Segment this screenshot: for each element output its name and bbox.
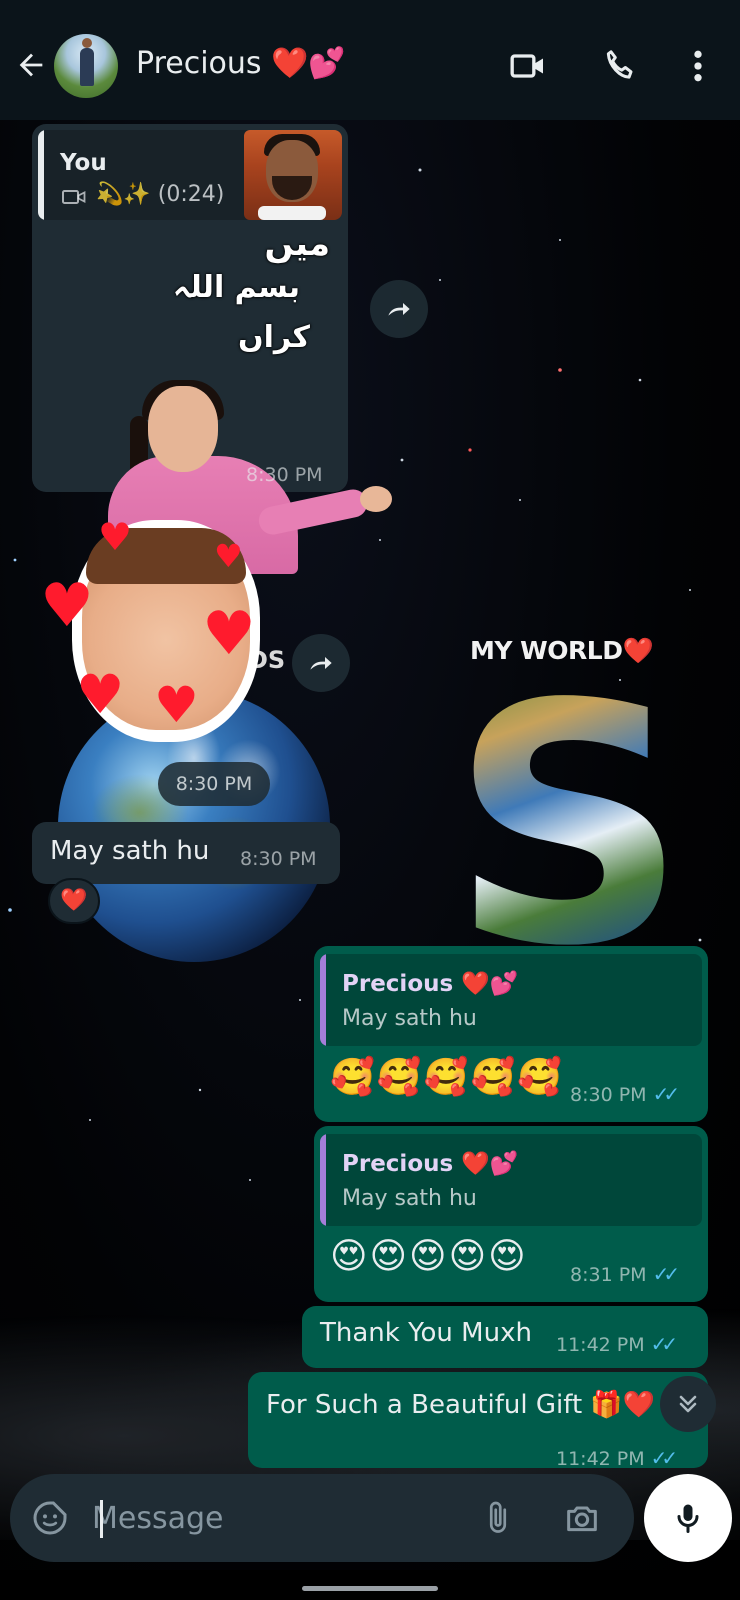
camera-icon[interactable]: [562, 1498, 602, 1538]
read-ticks-icon: ✓✓: [652, 1082, 680, 1106]
message-bubble-incoming[interactable]: You 💫✨ (0:24) میں بسم اللہ کراں 8:30 PM: [32, 124, 392, 574]
message-text: Thank You Muxh: [320, 1318, 532, 1348]
quoted-message[interactable]: Precious ❤️💕 May sath hu: [320, 954, 702, 1046]
forward-button[interactable]: [292, 634, 350, 692]
quote-text: May sath hu: [342, 1006, 477, 1031]
message-emojis: 🥰🥰🥰🥰🥰: [330, 1057, 565, 1098]
message-text: For Such a Beautiful Gift 🎁❤️: [266, 1390, 656, 1420]
heart-icon: ♥: [98, 515, 133, 559]
read-ticks-icon: ✓✓: [650, 1332, 678, 1356]
message-bubble-outgoing[interactable]: Precious ❤️💕 May sath hu 🥰🥰🥰🥰🥰 8:30 PM ✓✓: [314, 946, 708, 1122]
quote-author: Precious ❤️💕: [342, 971, 519, 997]
forward-icon: [388, 303, 410, 316]
more-vert-icon[interactable]: [684, 46, 712, 86]
sticker-icon[interactable]: [30, 1498, 70, 1538]
chat-screen: MY WORLD❤️ S DS Precious ❤️💕 You 💫✨ (0:2…: [0, 0, 740, 1600]
heart-icon: ♥: [202, 599, 256, 669]
scroll-to-bottom-button[interactable]: [660, 1376, 716, 1432]
quote-author: You: [60, 150, 107, 176]
message-emojis: 😍😍😍😍😍: [330, 1236, 528, 1277]
phone-icon[interactable]: [600, 46, 640, 86]
attach-icon[interactable]: [480, 1498, 516, 1538]
home-gesture-handle[interactable]: [302, 1586, 438, 1591]
contact-name[interactable]: Precious ❤️💕: [136, 46, 346, 81]
heart-icon: ♥: [214, 537, 243, 575]
message-time: 8:30 PM ✓✓: [570, 1082, 680, 1106]
heart-icon: ♥: [154, 676, 199, 734]
video-call-icon[interactable]: [508, 46, 548, 86]
quoted-message[interactable]: Precious ❤️💕 May sath hu: [320, 1134, 702, 1226]
message-input[interactable]: [92, 1490, 472, 1546]
quote-text: May sath hu: [342, 1186, 477, 1211]
sticker-text-line1: میں: [264, 224, 330, 264]
heart-icon: ♥: [76, 663, 125, 726]
read-ticks-icon: ✓✓: [650, 1446, 678, 1470]
message-time: 8:30 PM: [246, 464, 323, 486]
message-composer: [10, 1474, 634, 1562]
system-nav-bar: [0, 1570, 740, 1600]
forward-button[interactable]: [370, 280, 428, 338]
quoted-message[interactable]: You 💫✨ (0:24): [38, 130, 342, 220]
mic-icon: [677, 1504, 699, 1533]
text-cursor: [100, 1500, 103, 1538]
avatar[interactable]: [54, 34, 118, 98]
heart-icon: ♥: [40, 571, 94, 641]
message-reaction[interactable]: ❤️: [48, 878, 100, 924]
sticker-time: 8:30 PM: [158, 762, 270, 806]
quote-thumbnail: [244, 130, 342, 220]
wallpaper-letter: S: [450, 634, 688, 1018]
sticker-text-line2: بسم اللہ: [172, 270, 300, 305]
sticker-text-line3: کراں: [238, 320, 310, 355]
message-bubble-outgoing[interactable]: For Such a Beautiful Gift 🎁❤️ 11:42 PM ✓✓: [248, 1372, 708, 1470]
forward-icon: [310, 657, 332, 670]
double-chevron-down-icon: [679, 1395, 697, 1413]
message-bubble-incoming[interactable]: May sath hu 8:30 PM: [32, 822, 340, 884]
video-icon: [62, 190, 86, 204]
message-bubble-outgoing[interactable]: Precious ❤️💕 May sath hu 😍😍😍😍😍 8:31 PM ✓✓: [314, 1126, 708, 1302]
message-bubble-outgoing[interactable]: Thank You Muxh 11:42 PM ✓✓: [302, 1306, 708, 1368]
quote-text: 💫✨ (0:24): [96, 182, 225, 207]
message-time: 8:30 PM: [240, 848, 317, 870]
read-ticks-icon: ✓✓: [652, 1262, 680, 1286]
back-arrow-icon[interactable]: [14, 48, 48, 82]
chat-header: Precious ❤️💕: [0, 0, 740, 120]
message-time: 11:42 PM ✓✓: [556, 1332, 678, 1356]
message-text: May sath hu: [50, 836, 210, 866]
voice-message-button[interactable]: [644, 1474, 732, 1562]
quote-author: Precious ❤️💕: [342, 1151, 519, 1177]
message-time: 11:42 PM ✓✓: [556, 1446, 678, 1470]
message-time: 8:31 PM ✓✓: [570, 1262, 680, 1286]
